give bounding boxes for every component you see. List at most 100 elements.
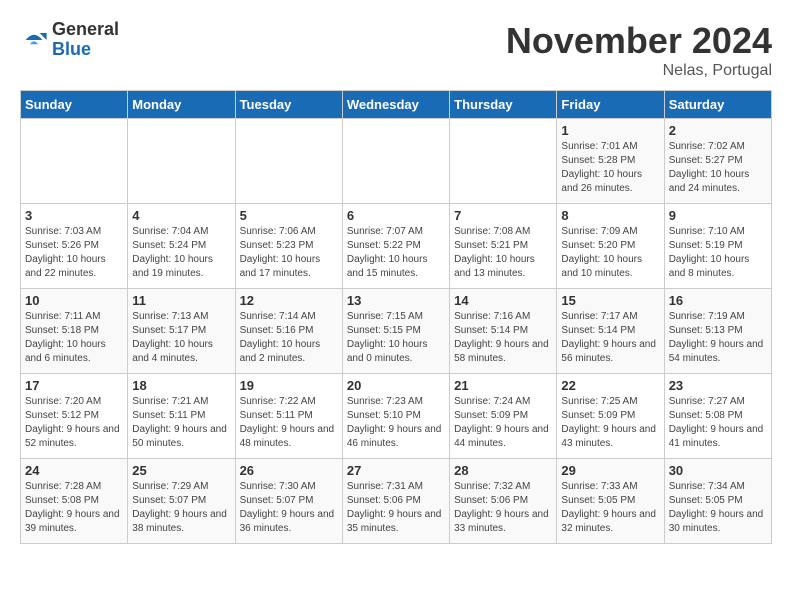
day-number: 12: [240, 293, 338, 308]
day-info: Sunrise: 7:08 AMSunset: 5:21 PMDaylight:…: [454, 225, 552, 281]
day-number: 25: [132, 463, 230, 478]
day-number: 28: [454, 463, 552, 478]
day-info: Sunrise: 7:24 AMSunset: 5:09 PMDaylight:…: [454, 395, 552, 451]
day-info: Sunrise: 7:30 AMSunset: 5:07 PMDaylight:…: [240, 480, 338, 536]
day-info: Sunrise: 7:32 AMSunset: 5:06 PMDaylight:…: [454, 480, 552, 536]
title-section: November 2024 Nelas, Portugal: [506, 20, 772, 80]
day-info: Sunrise: 7:04 AMSunset: 5:24 PMDaylight:…: [132, 225, 230, 281]
logo: General Blue: [20, 20, 119, 60]
day-info: Sunrise: 7:14 AMSunset: 5:16 PMDaylight:…: [240, 310, 338, 366]
page-header: General Blue November 2024 Nelas, Portug…: [20, 20, 772, 80]
header-thursday: Thursday: [450, 91, 557, 119]
day-number: 8: [561, 208, 659, 223]
header-sunday: Sunday: [21, 91, 128, 119]
calendar-cell: 15 Sunrise: 7:17 AMSunset: 5:14 PMDayligh…: [557, 289, 664, 374]
day-number: 22: [561, 378, 659, 393]
day-number: 5: [240, 208, 338, 223]
day-info: Sunrise: 7:19 AMSunset: 5:13 PMDaylight:…: [669, 310, 767, 366]
day-number: 27: [347, 463, 445, 478]
day-info: Sunrise: 7:23 AMSunset: 5:10 PMDaylight:…: [347, 395, 445, 451]
calendar-cell: 19 Sunrise: 7:22 AMSunset: 5:11 PMDayligh…: [235, 374, 342, 459]
day-number: 26: [240, 463, 338, 478]
day-info: Sunrise: 7:22 AMSunset: 5:11 PMDaylight:…: [240, 395, 338, 451]
calendar-week-4: 24 Sunrise: 7:28 AMSunset: 5:08 PMDayligh…: [21, 459, 772, 544]
day-info: Sunrise: 7:03 AMSunset: 5:26 PMDaylight:…: [25, 225, 123, 281]
day-number: 30: [669, 463, 767, 478]
day-number: 16: [669, 293, 767, 308]
calendar-header-row: Sunday Monday Tuesday Wednesday Thursday…: [21, 91, 772, 119]
calendar-table: Sunday Monday Tuesday Wednesday Thursday…: [20, 90, 772, 544]
calendar-cell: 1 Sunrise: 7:01 AMSunset: 5:28 PMDaylight…: [557, 119, 664, 204]
day-number: 20: [347, 378, 445, 393]
calendar-cell: [21, 119, 128, 204]
calendar-cell: 9Sunrise: 7:10 AMSunset: 5:19 PMDaylight…: [664, 204, 771, 289]
calendar-week-3: 17Sunrise: 7:20 AMSunset: 5:12 PMDayligh…: [21, 374, 772, 459]
calendar-cell: [235, 119, 342, 204]
calendar-cell: 30 Sunrise: 7:34 AMSunset: 5:05 PMDayligh…: [664, 459, 771, 544]
day-info: Sunrise: 7:31 AMSunset: 5:06 PMDaylight:…: [347, 480, 445, 536]
day-info: Sunrise: 7:13 AMSunset: 5:17 PMDaylight:…: [132, 310, 230, 366]
calendar-cell: 27 Sunrise: 7:31 AMSunset: 5:06 PMDayligh…: [342, 459, 449, 544]
calendar-cell: 20 Sunrise: 7:23 AMSunset: 5:10 PMDayligh…: [342, 374, 449, 459]
day-info: Sunrise: 7:01 AMSunset: 5:28 PMDaylight:…: [561, 140, 659, 196]
day-number: 7: [454, 208, 552, 223]
logo-text: General Blue: [52, 20, 119, 60]
calendar-cell: 3 Sunrise: 7:03 AMSunset: 5:26 PMDaylight…: [21, 204, 128, 289]
day-info: Sunrise: 7:06 AMSunset: 5:23 PMDaylight:…: [240, 225, 338, 281]
logo-icon: [20, 26, 48, 54]
day-info: Sunrise: 7:33 AMSunset: 5:05 PMDaylight:…: [561, 480, 659, 536]
day-number: 13: [347, 293, 445, 308]
day-number: 2: [669, 123, 767, 138]
month-title: November 2024: [506, 20, 772, 62]
calendar-cell: 4 Sunrise: 7:04 AMSunset: 5:24 PMDaylight…: [128, 204, 235, 289]
calendar-cell: [450, 119, 557, 204]
calendar-cell: 11 Sunrise: 7:13 AMSunset: 5:17 PMDayligh…: [128, 289, 235, 374]
calendar-cell: 21 Sunrise: 7:24 AMSunset: 5:09 PMDayligh…: [450, 374, 557, 459]
day-info: Sunrise: 7:34 AMSunset: 5:05 PMDaylight:…: [669, 480, 767, 536]
day-number: 15: [561, 293, 659, 308]
day-number: 19: [240, 378, 338, 393]
day-number: 10: [25, 293, 123, 308]
calendar-cell: 7 Sunrise: 7:08 AMSunset: 5:21 PMDaylight…: [450, 204, 557, 289]
calendar-cell: [342, 119, 449, 204]
day-info: Sunrise: 7:16 AMSunset: 5:14 PMDaylight:…: [454, 310, 552, 366]
day-info: Sunrise: 7:29 AMSunset: 5:07 PMDaylight:…: [132, 480, 230, 536]
day-info: Sunrise: 7:28 AMSunset: 5:08 PMDaylight:…: [25, 480, 123, 536]
day-number: 6: [347, 208, 445, 223]
day-number: 1: [561, 123, 659, 138]
calendar-week-0: 1 Sunrise: 7:01 AMSunset: 5:28 PMDaylight…: [21, 119, 772, 204]
header-tuesday: Tuesday: [235, 91, 342, 119]
day-number: 29: [561, 463, 659, 478]
day-info: Sunrise: 7:21 AMSunset: 5:11 PMDaylight:…: [132, 395, 230, 451]
calendar-cell: 23Sunrise: 7:27 AMSunset: 5:08 PMDayligh…: [664, 374, 771, 459]
header-monday: Monday: [128, 91, 235, 119]
day-number: 18: [132, 378, 230, 393]
calendar-cell: [128, 119, 235, 204]
logo-blue: Blue: [52, 40, 119, 60]
day-info: Sunrise: 7:27 AMSunset: 5:08 PMDaylight:…: [669, 395, 767, 451]
calendar-cell: 24 Sunrise: 7:28 AMSunset: 5:08 PMDayligh…: [21, 459, 128, 544]
day-number: 3: [25, 208, 123, 223]
calendar-cell: 29 Sunrise: 7:33 AMSunset: 5:05 PMDayligh…: [557, 459, 664, 544]
calendar-cell: 22 Sunrise: 7:25 AMSunset: 5:09 PMDayligh…: [557, 374, 664, 459]
day-number: 4: [132, 208, 230, 223]
calendar-cell: 28 Sunrise: 7:32 AMSunset: 5:06 PMDayligh…: [450, 459, 557, 544]
day-number: 11: [132, 293, 230, 308]
calendar-week-2: 10 Sunrise: 7:11 AMSunset: 5:18 PMDayligh…: [21, 289, 772, 374]
day-number: 14: [454, 293, 552, 308]
location: Nelas, Portugal: [506, 62, 772, 80]
day-info: Sunrise: 7:17 AMSunset: 5:14 PMDaylight:…: [561, 310, 659, 366]
calendar-cell: 18 Sunrise: 7:21 AMSunset: 5:11 PMDayligh…: [128, 374, 235, 459]
calendar-week-1: 3 Sunrise: 7:03 AMSunset: 5:26 PMDaylight…: [21, 204, 772, 289]
calendar-cell: 12 Sunrise: 7:14 AMSunset: 5:16 PMDayligh…: [235, 289, 342, 374]
calendar-cell: 2Sunrise: 7:02 AMSunset: 5:27 PMDaylight…: [664, 119, 771, 204]
day-number: 21: [454, 378, 552, 393]
day-info: Sunrise: 7:11 AMSunset: 5:18 PMDaylight:…: [25, 310, 123, 366]
day-info: Sunrise: 7:25 AMSunset: 5:09 PMDaylight:…: [561, 395, 659, 451]
header-wednesday: Wednesday: [342, 91, 449, 119]
day-info: Sunrise: 7:09 AMSunset: 5:20 PMDaylight:…: [561, 225, 659, 281]
day-number: 24: [25, 463, 123, 478]
day-info: Sunrise: 7:10 AMSunset: 5:19 PMDaylight:…: [669, 225, 767, 281]
day-info: Sunrise: 7:15 AMSunset: 5:15 PMDaylight:…: [347, 310, 445, 366]
calendar-cell: 14 Sunrise: 7:16 AMSunset: 5:14 PMDayligh…: [450, 289, 557, 374]
